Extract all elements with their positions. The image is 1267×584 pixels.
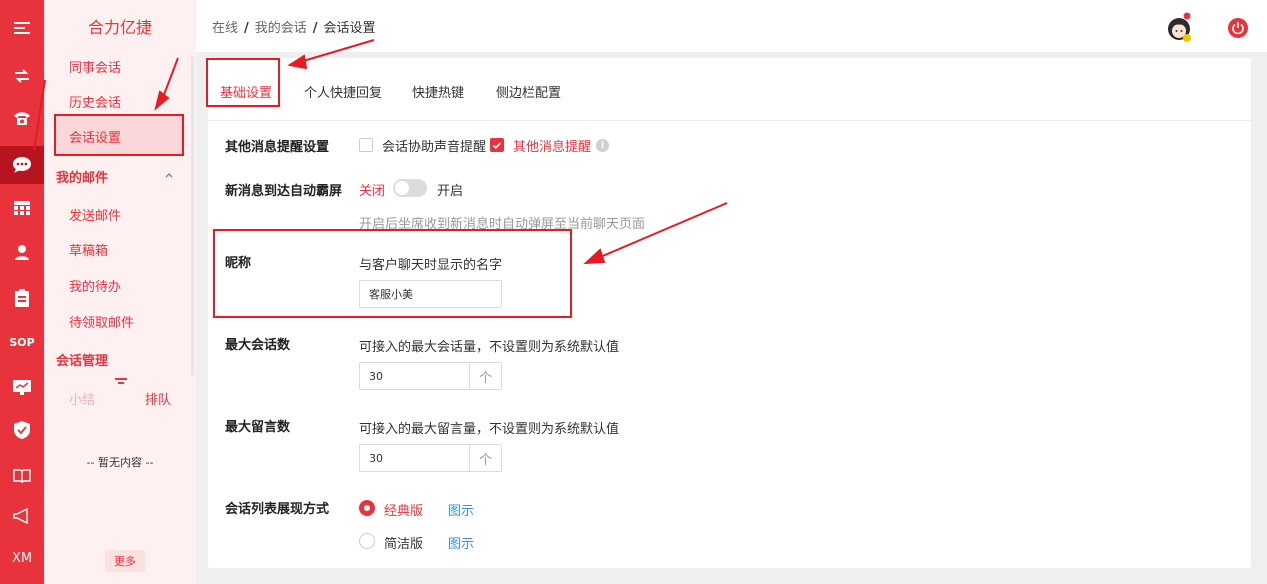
clipboard-icon	[15, 289, 29, 307]
info-icon[interactable]: i	[596, 139, 609, 152]
power-icon	[1232, 22, 1244, 35]
tab-quick-replies[interactable]: 个人快捷回复	[304, 82, 382, 101]
sidebar-item-colleague-sessions[interactable]: 同事会话	[69, 57, 121, 76]
top-header: 在线 / 我的会话 / 会话设置	[196, 0, 1267, 52]
sidebar-item-my-todo[interactable]: 我的待办	[69, 276, 121, 295]
auto-popup-switch[interactable]	[393, 179, 427, 197]
breadcrumb-session-settings: 会话设置	[323, 21, 376, 36]
rail-item-user[interactable]	[0, 234, 44, 270]
assist-sound-checkbox[interactable]	[359, 138, 373, 152]
rail-item-monitor[interactable]	[0, 370, 44, 406]
sidebar-section-my-mail[interactable]: 我的邮件	[56, 167, 108, 186]
auto-popup-label: 新消息到达自动霸屏	[225, 184, 343, 199]
max-sessions-value: 30	[369, 370, 383, 383]
logout-button[interactable]	[1228, 18, 1248, 38]
rail-item-shield[interactable]	[0, 412, 44, 448]
avatar[interactable]	[1166, 12, 1194, 42]
chevron-up-icon[interactable]	[164, 170, 174, 180]
rail-item-book[interactable]	[0, 458, 44, 494]
megaphone-icon	[13, 508, 28, 524]
rail-item-clipboard[interactable]	[0, 280, 44, 316]
sidebar-item-drafts[interactable]: 草稿箱	[69, 240, 108, 259]
check-icon	[492, 142, 502, 149]
sidebar-scrollbar[interactable]	[191, 56, 194, 376]
tab-hotkeys[interactable]: 快捷热键	[412, 82, 464, 101]
sidebar-item-unclaimed-mail[interactable]: 待领取邮件	[69, 312, 134, 331]
brand-title: 合力亿捷	[87, 18, 152, 37]
max-messages-value: 30	[369, 452, 383, 465]
rail-item-phone[interactable]	[0, 100, 44, 136]
classic-preview-link[interactable]: 图示	[448, 500, 474, 519]
content-area: 基础设置 个人快捷回复 快捷热键 侧边栏配置 其他消息提醒设置 会话协助声音提醒…	[196, 52, 1267, 584]
tab-divider	[208, 120, 1251, 121]
breadcrumb-my-sessions[interactable]: 我的会话	[255, 21, 307, 36]
tab-sidebar-config[interactable]: 侧边栏配置	[496, 82, 561, 101]
rail-item-grid[interactable]	[0, 190, 44, 226]
rail-label-xm: XM	[11, 550, 33, 566]
max-messages-label: 最大留言数	[225, 420, 291, 435]
list-style-label: 会话列表展现方式	[225, 502, 330, 517]
notification-dot	[1183, 12, 1191, 20]
other-notify-label[interactable]: 其他消息提醒	[513, 136, 591, 155]
menu-icon	[14, 22, 30, 34]
highlight-box-nickname	[213, 229, 572, 318]
breadcrumb: 在线 / 我的会话 / 会话设置	[212, 17, 376, 36]
max-messages-desc: 可接入的最大留言量，不设置则为系统默认值	[359, 422, 620, 437]
rail-item-chat[interactable]	[0, 146, 44, 184]
empty-placeholder: -- 暂无内容 --	[86, 456, 154, 469]
grid-icon	[14, 201, 30, 215]
radio-classic[interactable]	[359, 500, 375, 516]
telephone-icon	[14, 112, 30, 125]
other-notify-checkbox[interactable]	[490, 138, 504, 152]
switch-knob	[395, 181, 409, 195]
rail-item-transfer[interactable]	[0, 58, 44, 94]
highlight-box-session-settings	[54, 114, 184, 156]
sidebar-section-session-manage[interactable]: 会话管理	[56, 350, 108, 369]
filter-icon[interactable]	[115, 378, 127, 386]
menu-toggle[interactable]	[0, 10, 44, 46]
switch-on-label: 开启	[437, 184, 464, 199]
book-icon	[13, 469, 31, 484]
radio-simple[interactable]	[359, 533, 375, 549]
monitor-icon	[13, 380, 31, 395]
icon-rail: SOP XM	[0, 0, 44, 584]
simple-preview-link[interactable]: 图示	[448, 533, 474, 552]
shield-icon	[14, 421, 30, 439]
user-icon	[15, 245, 29, 260]
chat-icon	[13, 157, 31, 173]
mini-tab-queue[interactable]: 排队	[145, 389, 171, 408]
radio-classic-label[interactable]: 经典版	[384, 500, 423, 519]
app-root: SOP XM 合力亿捷 同事会话 历史会话 会话设置 我的邮件 发送邮件 草稿箱…	[0, 0, 1267, 584]
sidebar-item-sent-mail[interactable]: 发送邮件	[69, 205, 121, 224]
rail-item-sop[interactable]: SOP	[0, 324, 44, 360]
assist-sound-label[interactable]: 会话协助声音提醒	[382, 136, 486, 155]
rail-item-xm[interactable]: XM	[0, 540, 44, 576]
max-sessions-desc: 可接入的最大会话量，不设置则为系统默认值	[359, 340, 620, 355]
more-button[interactable]: 更多	[105, 550, 145, 572]
max-messages-input[interactable]: 30 个	[359, 444, 502, 472]
breadcrumb-online[interactable]: 在线	[212, 21, 238, 36]
transfer-icon	[15, 69, 29, 83]
max-sessions-input[interactable]: 30 个	[359, 362, 502, 390]
sidebar-item-history-sessions[interactable]: 历史会话	[69, 92, 121, 111]
breadcrumb-separator: /	[312, 21, 318, 36]
max-sessions-unit: 个	[469, 363, 501, 389]
notify-setting-label: 其他消息提醒设置	[225, 140, 330, 155]
secondary-sidebar: 合力亿捷 同事会话 历史会话 会话设置 我的邮件 发送邮件 草稿箱 我的待办 待…	[44, 0, 196, 584]
breadcrumb-separator: /	[244, 21, 249, 36]
highlight-box-basic-tab	[206, 58, 280, 107]
max-messages-unit: 个	[469, 445, 501, 471]
rail-label-sop: SOP	[9, 335, 35, 349]
mini-tab-summary[interactable]: 小结	[69, 389, 95, 408]
max-sessions-label: 最大会话数	[225, 338, 291, 353]
switch-off-label: 关闭	[359, 184, 386, 199]
radio-simple-label[interactable]: 简洁版	[384, 533, 423, 552]
rail-item-megaphone[interactable]	[0, 498, 44, 534]
